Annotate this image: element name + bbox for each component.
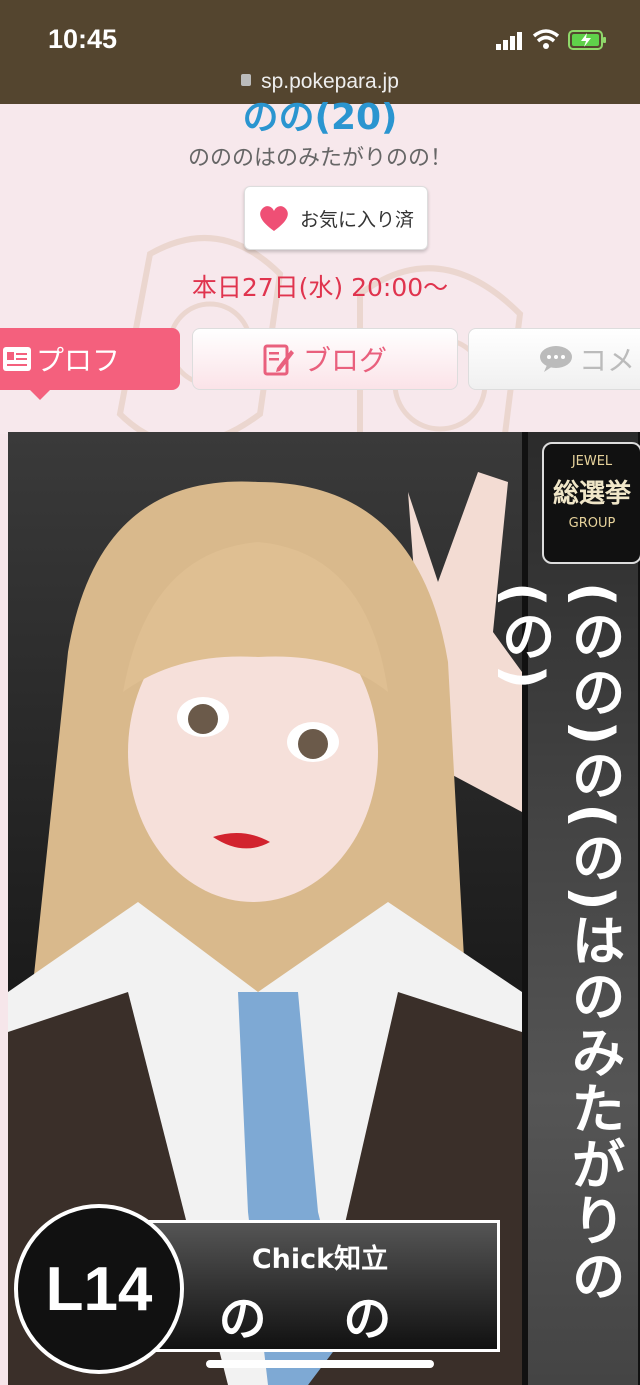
plate-cast-name: の の [218,1291,422,1347]
catchphrase: のののはのみたがりのの！ [187,146,452,171]
wifi-icon [532,29,560,49]
rank-badge: L14 [14,1204,184,1374]
favorite-label: お気に入り済 [299,208,414,231]
favorite-button[interactable]: お気に入り済 [244,186,428,250]
tab-comment[interactable]: コメ [468,328,640,390]
battery-icon [568,30,606,50]
signal-icon [496,32,522,50]
jewel-election-emblem: JEWEL 総選挙 GROUP [542,442,640,564]
tab-blog[interactable]: ブログ [192,328,458,390]
cast-name-heading: のの(20) [242,97,398,138]
emblem-bottom-text: GROUP [568,516,616,531]
home-indicator[interactable] [206,1360,434,1368]
tab-profile[interactable]: プロフ [0,328,180,400]
tab-profile-label: プロフ [36,344,121,377]
banner-strip: JEWEL 総選挙 GROUP (のの)の(の)はのみたがりの(の) [492,432,640,1385]
tab-blog-label: ブログ [302,344,387,377]
heart-icon [260,206,288,231]
tab-comment-label: コメ [579,344,636,377]
vertical-slogan: (のの)の(の)はのみたがりの(の) [492,582,625,1305]
schedule-text: 本日27日(水) 20:00〜 [191,273,449,302]
profile-card-icon [3,347,31,371]
emblem-top-text: JEWEL [571,454,613,469]
edit-icon [263,344,294,376]
emblem-main-text: 総選挙 [552,479,631,509]
chat-bubble-icon [540,346,572,372]
lock-icon [241,74,252,87]
shop-name: Chick知立 [251,1244,389,1275]
election-banner: JEWEL 総選挙 GROUP (のの)の(の)はのみたがりの(の) [492,432,640,1385]
name-plate: Chick知立 の の [140,1220,500,1352]
clock: 10:45 [48,24,118,54]
active-tab-indicator [28,388,52,400]
